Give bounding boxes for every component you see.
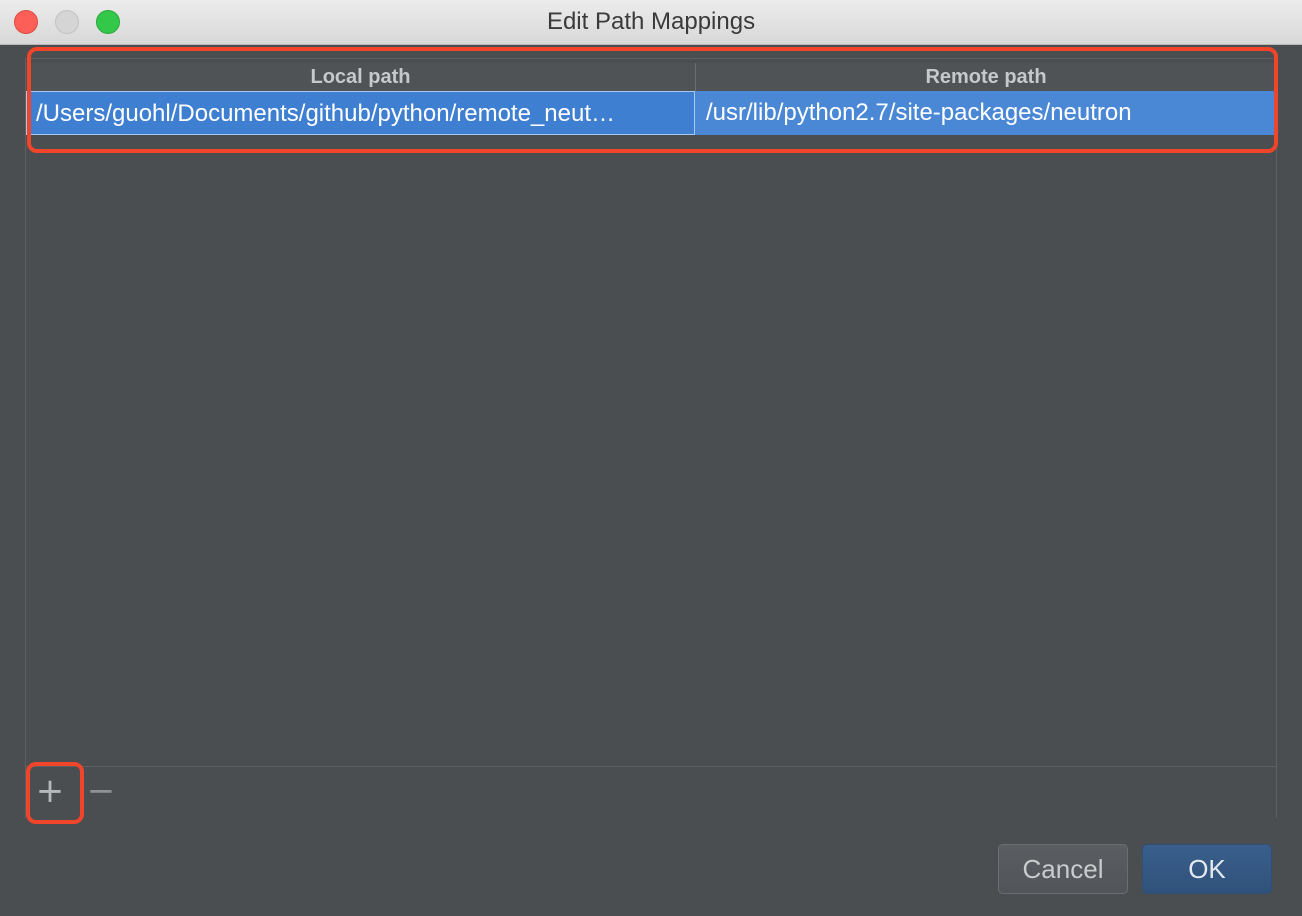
remote-path-cell[interactable]: /usr/lib/python2.7/site-packages/neutron [696, 91, 1276, 135]
edit-path-mappings-dialog: Edit Path Mappings Local path Remote pat… [0, 0, 1302, 916]
remove-mapping-button[interactable]: − [84, 774, 118, 809]
table-header: Local path Remote path [26, 63, 1276, 92]
path-mappings-table: Local path Remote path /Users/guohl/Docu… [25, 58, 1277, 818]
add-mapping-button[interactable]: + [33, 774, 67, 809]
dialog-title: Edit Path Mappings [546, 8, 756, 35]
remote-path-column-header[interactable]: Remote path [696, 63, 1276, 91]
cancel-button[interactable]: Cancel [998, 844, 1128, 894]
local-path-cell[interactable]: /Users/guohl/Documents/github/python/rem… [26, 91, 695, 135]
ok-button[interactable]: OK [1142, 844, 1272, 894]
table-row[interactable]: /Users/guohl/Documents/github/python/rem… [26, 91, 1276, 135]
local-path-column-header[interactable]: Local path [26, 63, 696, 91]
title-bar: Edit Path Mappings [0, 0, 1302, 45]
table-toolbar: + − [26, 766, 1276, 818]
